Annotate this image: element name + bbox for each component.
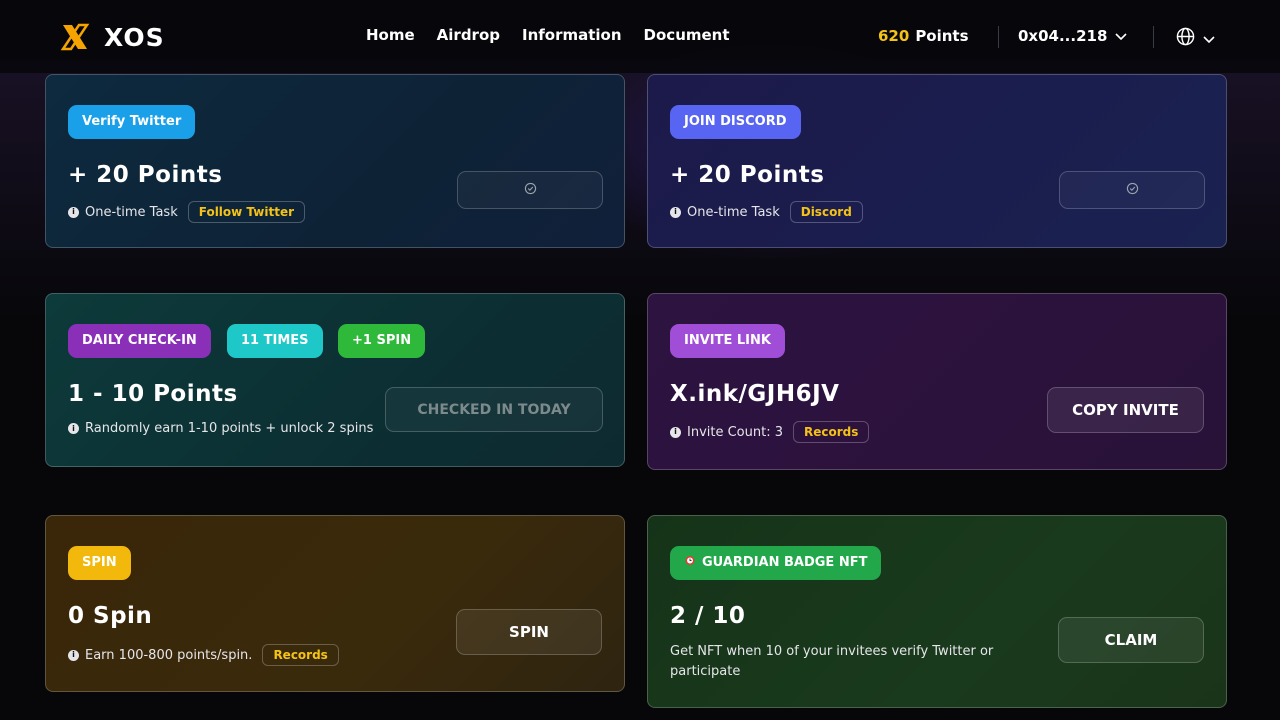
info-icon: i [68, 649, 79, 661]
info-icon: i [670, 206, 681, 218]
main-nav: Home Airdrop Information Document [366, 26, 730, 44]
task-card-daily-checkin: DAILY CHECK-IN 11 TIMES +1 SPIN 1 - 10 P… [45, 293, 625, 467]
wallet-dropdown[interactable]: 0x04...218 [1018, 27, 1127, 45]
join-discord-button[interactable] [1059, 171, 1205, 209]
tag-verify-twitter: Verify Twitter [68, 105, 196, 139]
card-subtitle: i Earn 100-800 points/spin. Records [68, 644, 339, 666]
task-type: One-time Task [85, 204, 178, 220]
task-card-twitter: Verify Twitter + 20 Points i One-time Ta… [45, 74, 625, 248]
chevron-down-icon [1203, 29, 1215, 48]
alarm-clock-icon [684, 546, 696, 580]
task-card-spin: SPIN 0 Spin i Earn 100-800 points/spin. … [45, 515, 625, 692]
card-points: + 20 Points [670, 162, 825, 188]
invite-count: Invite Count: 3 [687, 424, 783, 440]
discord-link[interactable]: Discord [789, 201, 863, 223]
spin-records-link[interactable]: Records [262, 644, 339, 666]
task-type: One-time Task [687, 204, 780, 220]
card-points: 1 - 10 Points [68, 381, 238, 407]
language-selector[interactable] [1176, 27, 1215, 50]
tag-guardian-badge: GUARDIAN BADGE NFT [670, 546, 882, 580]
nav-document[interactable]: Document [644, 26, 730, 44]
points-display: 620 Points [878, 27, 969, 45]
nft-description: Get NFT when 10 of your invitees verify … [670, 644, 994, 679]
info-icon: i [68, 423, 79, 434]
header-divider [1153, 26, 1154, 48]
tag-guardian-badge-label: GUARDIAN BADGE NFT [702, 555, 868, 570]
nft-progress: 2 / 10 [670, 603, 746, 629]
task-card-discord: JOIN DISCORD + 20 Points i One-time Task… [647, 74, 1227, 248]
brand-name: XOS [104, 22, 165, 52]
verify-twitter-button[interactable] [457, 171, 603, 209]
check-circle-icon [524, 182, 537, 199]
info-icon: i [670, 426, 681, 438]
nav-information[interactable]: Information [522, 26, 622, 44]
spin-button[interactable]: SPIN [456, 609, 602, 655]
tag-checkin-count: 11 TIMES [227, 324, 323, 358]
copy-invite-button[interactable]: COPY INVITE [1047, 387, 1204, 433]
header-divider [998, 26, 999, 48]
nav-home[interactable]: Home [366, 26, 415, 44]
card-points: + 20 Points [68, 162, 223, 188]
tag-daily-checkin: DAILY CHECK-IN [68, 324, 211, 358]
invite-link-text: X.ink/GJH6JV [670, 381, 840, 407]
info-icon: i [68, 206, 79, 218]
card-subtitle: i One-time Task Follow Twitter [68, 201, 306, 223]
points-value: 620 [878, 27, 910, 45]
x-logo-icon [60, 22, 90, 52]
check-circle-icon [1126, 182, 1139, 199]
card-subtitle: i One-time Task Discord [670, 201, 863, 223]
checked-in-button[interactable]: CHECKED IN TODAY [385, 387, 603, 432]
follow-twitter-link[interactable]: Follow Twitter [187, 201, 306, 223]
top-navbar: XOS Home Airdrop Information Document 62… [0, 0, 1280, 73]
claim-button[interactable]: CLAIM [1058, 617, 1204, 663]
spin-description: Earn 100-800 points/spin. [85, 647, 253, 663]
invite-records-link[interactable]: Records [793, 421, 870, 443]
wallet-address: 0x04...218 [1018, 27, 1108, 45]
spin-count: 0 Spin [68, 603, 153, 629]
tag-join-discord: JOIN DISCORD [670, 105, 801, 139]
globe-icon [1176, 27, 1195, 50]
logo[interactable]: XOS [60, 22, 165, 52]
card-subtitle: i Randomly earn 1-10 points + unlock 2 s… [68, 421, 373, 436]
tag-spin: SPIN [68, 546, 131, 580]
task-description: Randomly earn 1-10 points + unlock 2 spi… [85, 421, 374, 436]
chevron-down-icon [1115, 27, 1127, 45]
card-subtitle: i Invite Count: 3 Records [670, 421, 870, 443]
tag-plus-spin: +1 SPIN [338, 324, 426, 358]
task-card-guardian-nft: GUARDIAN BADGE NFT 2 / 10 Get NFT when 1… [647, 515, 1227, 708]
task-card-invite: INVITE LINK X.ink/GJH6JV i Invite Count:… [647, 293, 1227, 470]
points-label: Points [915, 27, 969, 45]
tag-invite-link: INVITE LINK [670, 324, 785, 358]
nav-airdrop[interactable]: Airdrop [437, 26, 500, 44]
